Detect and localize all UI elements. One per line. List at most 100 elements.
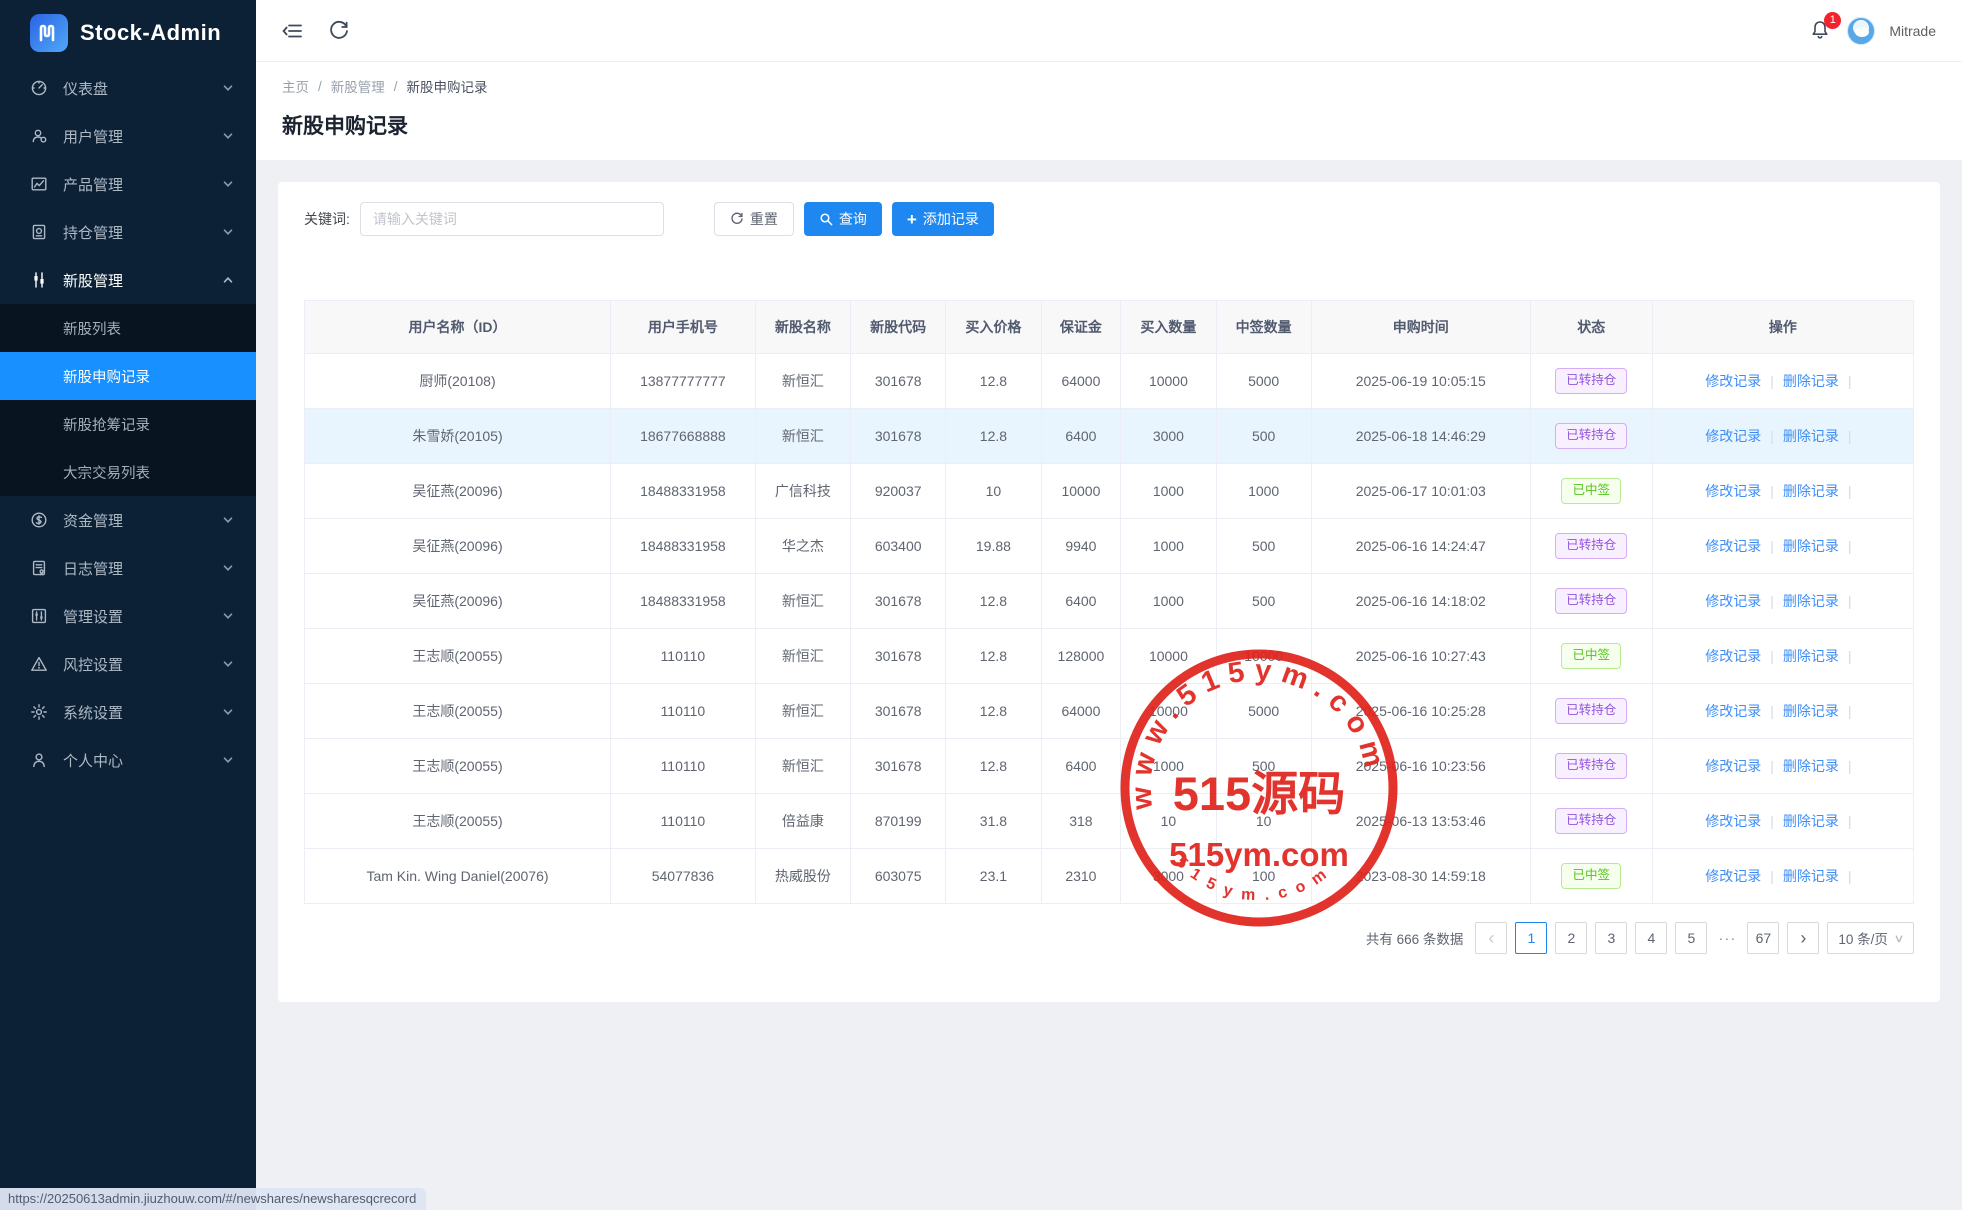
delete-record-link[interactable]: 删除记录 bbox=[1783, 483, 1839, 499]
chevron-down-icon bbox=[222, 562, 234, 574]
table-cell: 110110 bbox=[610, 629, 755, 684]
edit-record-link[interactable]: 修改记录 bbox=[1705, 483, 1761, 499]
edit-record-link[interactable]: 修改记录 bbox=[1705, 813, 1761, 829]
status-cell: 已转持仓 bbox=[1530, 574, 1652, 629]
edit-record-link[interactable]: 修改记录 bbox=[1705, 538, 1761, 554]
reset-button[interactable]: 重置 bbox=[714, 202, 794, 236]
username-label[interactable]: Mitrade bbox=[1889, 23, 1936, 39]
action-divider: | bbox=[1770, 538, 1774, 554]
next-page-button[interactable]: › bbox=[1787, 922, 1819, 954]
edit-record-link[interactable]: 修改记录 bbox=[1705, 373, 1761, 389]
delete-record-link[interactable]: 删除记录 bbox=[1783, 868, 1839, 884]
breadcrumb-section[interactable]: 新股管理 bbox=[331, 76, 385, 96]
table-row: 王志顺(20055)110110新恒汇30167812.864001000500… bbox=[305, 739, 1914, 794]
page-button-5[interactable]: 5 bbox=[1675, 922, 1707, 954]
edit-record-link[interactable]: 修改记录 bbox=[1705, 593, 1761, 609]
table-cell: 603075 bbox=[851, 849, 946, 904]
app-title: Stock-Admin bbox=[80, 20, 221, 46]
add-record-button[interactable]: + 添加记录 bbox=[892, 202, 994, 236]
table-cell: 2310 bbox=[1041, 849, 1121, 904]
chevron-up-icon bbox=[222, 274, 234, 286]
search-icon bbox=[819, 212, 833, 226]
column-header: 中签数量 bbox=[1216, 301, 1311, 354]
sidebar-item-label: 风控设置 bbox=[63, 654, 222, 675]
delete-record-link[interactable]: 删除记录 bbox=[1783, 593, 1839, 609]
topbar: 1 Mitrade bbox=[256, 0, 1962, 62]
sidebar-subitem[interactable]: 新股申购记录 bbox=[0, 352, 256, 400]
delete-record-link[interactable]: 删除记录 bbox=[1783, 758, 1839, 774]
sidebar-item-7[interactable]: 管理设置 bbox=[0, 592, 256, 640]
risk-icon bbox=[30, 655, 48, 673]
table-cell: 1000 bbox=[1121, 739, 1216, 794]
chevron-down-icon bbox=[222, 658, 234, 670]
table-cell: 新恒汇 bbox=[755, 574, 850, 629]
status-badge: 已中签 bbox=[1561, 863, 1621, 889]
sidebar-subitem[interactable]: 新股列表 bbox=[0, 304, 256, 352]
sidebar-item-4[interactable]: 新股管理 bbox=[0, 256, 256, 304]
page-button-4[interactable]: 4 bbox=[1635, 922, 1667, 954]
column-header: 保证金 bbox=[1041, 301, 1121, 354]
pagination-ellipsis[interactable]: ··· bbox=[1715, 930, 1739, 947]
column-header: 申购时间 bbox=[1311, 301, 1530, 354]
app-window: Stock-Admin 仪表盘用户管理产品管理持仓管理新股管理新股列表新股申购记… bbox=[0, 0, 1962, 1210]
sidebar-item-5[interactable]: 资金管理 bbox=[0, 496, 256, 544]
edit-record-link[interactable]: 修改记录 bbox=[1705, 703, 1761, 719]
delete-record-link[interactable]: 删除记录 bbox=[1783, 428, 1839, 444]
search-button[interactable]: 查询 bbox=[804, 202, 882, 236]
column-header: 操作 bbox=[1652, 301, 1913, 354]
table-cell: 110110 bbox=[610, 684, 755, 739]
sidebar-item-2[interactable]: 产品管理 bbox=[0, 160, 256, 208]
sidebar-item-0[interactable]: 仪表盘 bbox=[0, 64, 256, 112]
last-page-button[interactable]: 67 bbox=[1747, 922, 1779, 954]
sidebar-item-10[interactable]: 个人中心 bbox=[0, 736, 256, 784]
breadcrumb-home[interactable]: 主页 bbox=[282, 76, 309, 96]
page-head: 主页 / 新股管理 / 新股申购记录 新股申购记录 bbox=[256, 62, 1962, 160]
page-title: 新股申购记录 bbox=[282, 110, 1936, 140]
user-avatar[interactable] bbox=[1847, 17, 1875, 45]
table-cell: 12.8 bbox=[946, 739, 1041, 794]
status-badge: 已转持仓 bbox=[1555, 423, 1627, 449]
page-size-select[interactable]: 10 条/页 ∨ bbox=[1827, 922, 1914, 954]
keyword-input[interactable] bbox=[360, 202, 664, 236]
page-button-1[interactable]: 1 bbox=[1515, 922, 1547, 954]
table-cell: 10000 bbox=[1121, 629, 1216, 684]
edit-record-link[interactable]: 修改记录 bbox=[1705, 868, 1761, 884]
actions-cell: 修改记录|删除记录| bbox=[1652, 464, 1913, 519]
notification-count-badge: 1 bbox=[1824, 12, 1841, 29]
sidebar-item-1[interactable]: 用户管理 bbox=[0, 112, 256, 160]
sidebar-subitem[interactable]: 大宗交易列表 bbox=[0, 448, 256, 496]
edit-record-link[interactable]: 修改记录 bbox=[1705, 758, 1761, 774]
delete-record-link[interactable]: 删除记录 bbox=[1783, 813, 1839, 829]
keyword-label: 关键词: bbox=[304, 209, 350, 229]
table-cell: 广信科技 bbox=[755, 464, 850, 519]
status-cell: 已转持仓 bbox=[1530, 519, 1652, 574]
table-row: 吴征燕(20096)18488331958华之杰60340019.8899401… bbox=[305, 519, 1914, 574]
table-cell: 10 bbox=[1121, 794, 1216, 849]
sidebar-item-9[interactable]: 系统设置 bbox=[0, 688, 256, 736]
edit-record-link[interactable]: 修改记录 bbox=[1705, 648, 1761, 664]
delete-record-link[interactable]: 删除记录 bbox=[1783, 703, 1839, 719]
table-row: 吴征燕(20096)18488331958广信科技920037101000010… bbox=[305, 464, 1914, 519]
page-button-3[interactable]: 3 bbox=[1595, 922, 1627, 954]
sidebar-subitem[interactable]: 新股抢筹记录 bbox=[0, 400, 256, 448]
column-header: 用户手机号 bbox=[610, 301, 755, 354]
sidebar-item-8[interactable]: 风控设置 bbox=[0, 640, 256, 688]
delete-record-link[interactable]: 删除记录 bbox=[1783, 373, 1839, 389]
collapse-sidebar-icon[interactable] bbox=[282, 20, 304, 42]
refresh-icon[interactable] bbox=[328, 20, 350, 42]
chevron-down-icon bbox=[222, 706, 234, 718]
sidebar-item-6[interactable]: 日志管理 bbox=[0, 544, 256, 592]
status-badge: 已转持仓 bbox=[1555, 588, 1627, 614]
sidebar-item-3[interactable]: 持仓管理 bbox=[0, 208, 256, 256]
edit-record-link[interactable]: 修改记录 bbox=[1705, 428, 1761, 444]
delete-record-link[interactable]: 删除记录 bbox=[1783, 648, 1839, 664]
table-cell: 500 bbox=[1216, 519, 1311, 574]
notifications-bell-icon[interactable]: 1 bbox=[1809, 19, 1833, 43]
action-divider: | bbox=[1848, 648, 1852, 664]
page-button-2[interactable]: 2 bbox=[1555, 922, 1587, 954]
delete-record-link[interactable]: 删除记录 bbox=[1783, 538, 1839, 554]
table-cell: 3000 bbox=[1121, 409, 1216, 464]
prev-page-button[interactable]: ‹ bbox=[1475, 922, 1507, 954]
action-divider: | bbox=[1848, 593, 1852, 609]
plus-icon: + bbox=[907, 211, 917, 228]
